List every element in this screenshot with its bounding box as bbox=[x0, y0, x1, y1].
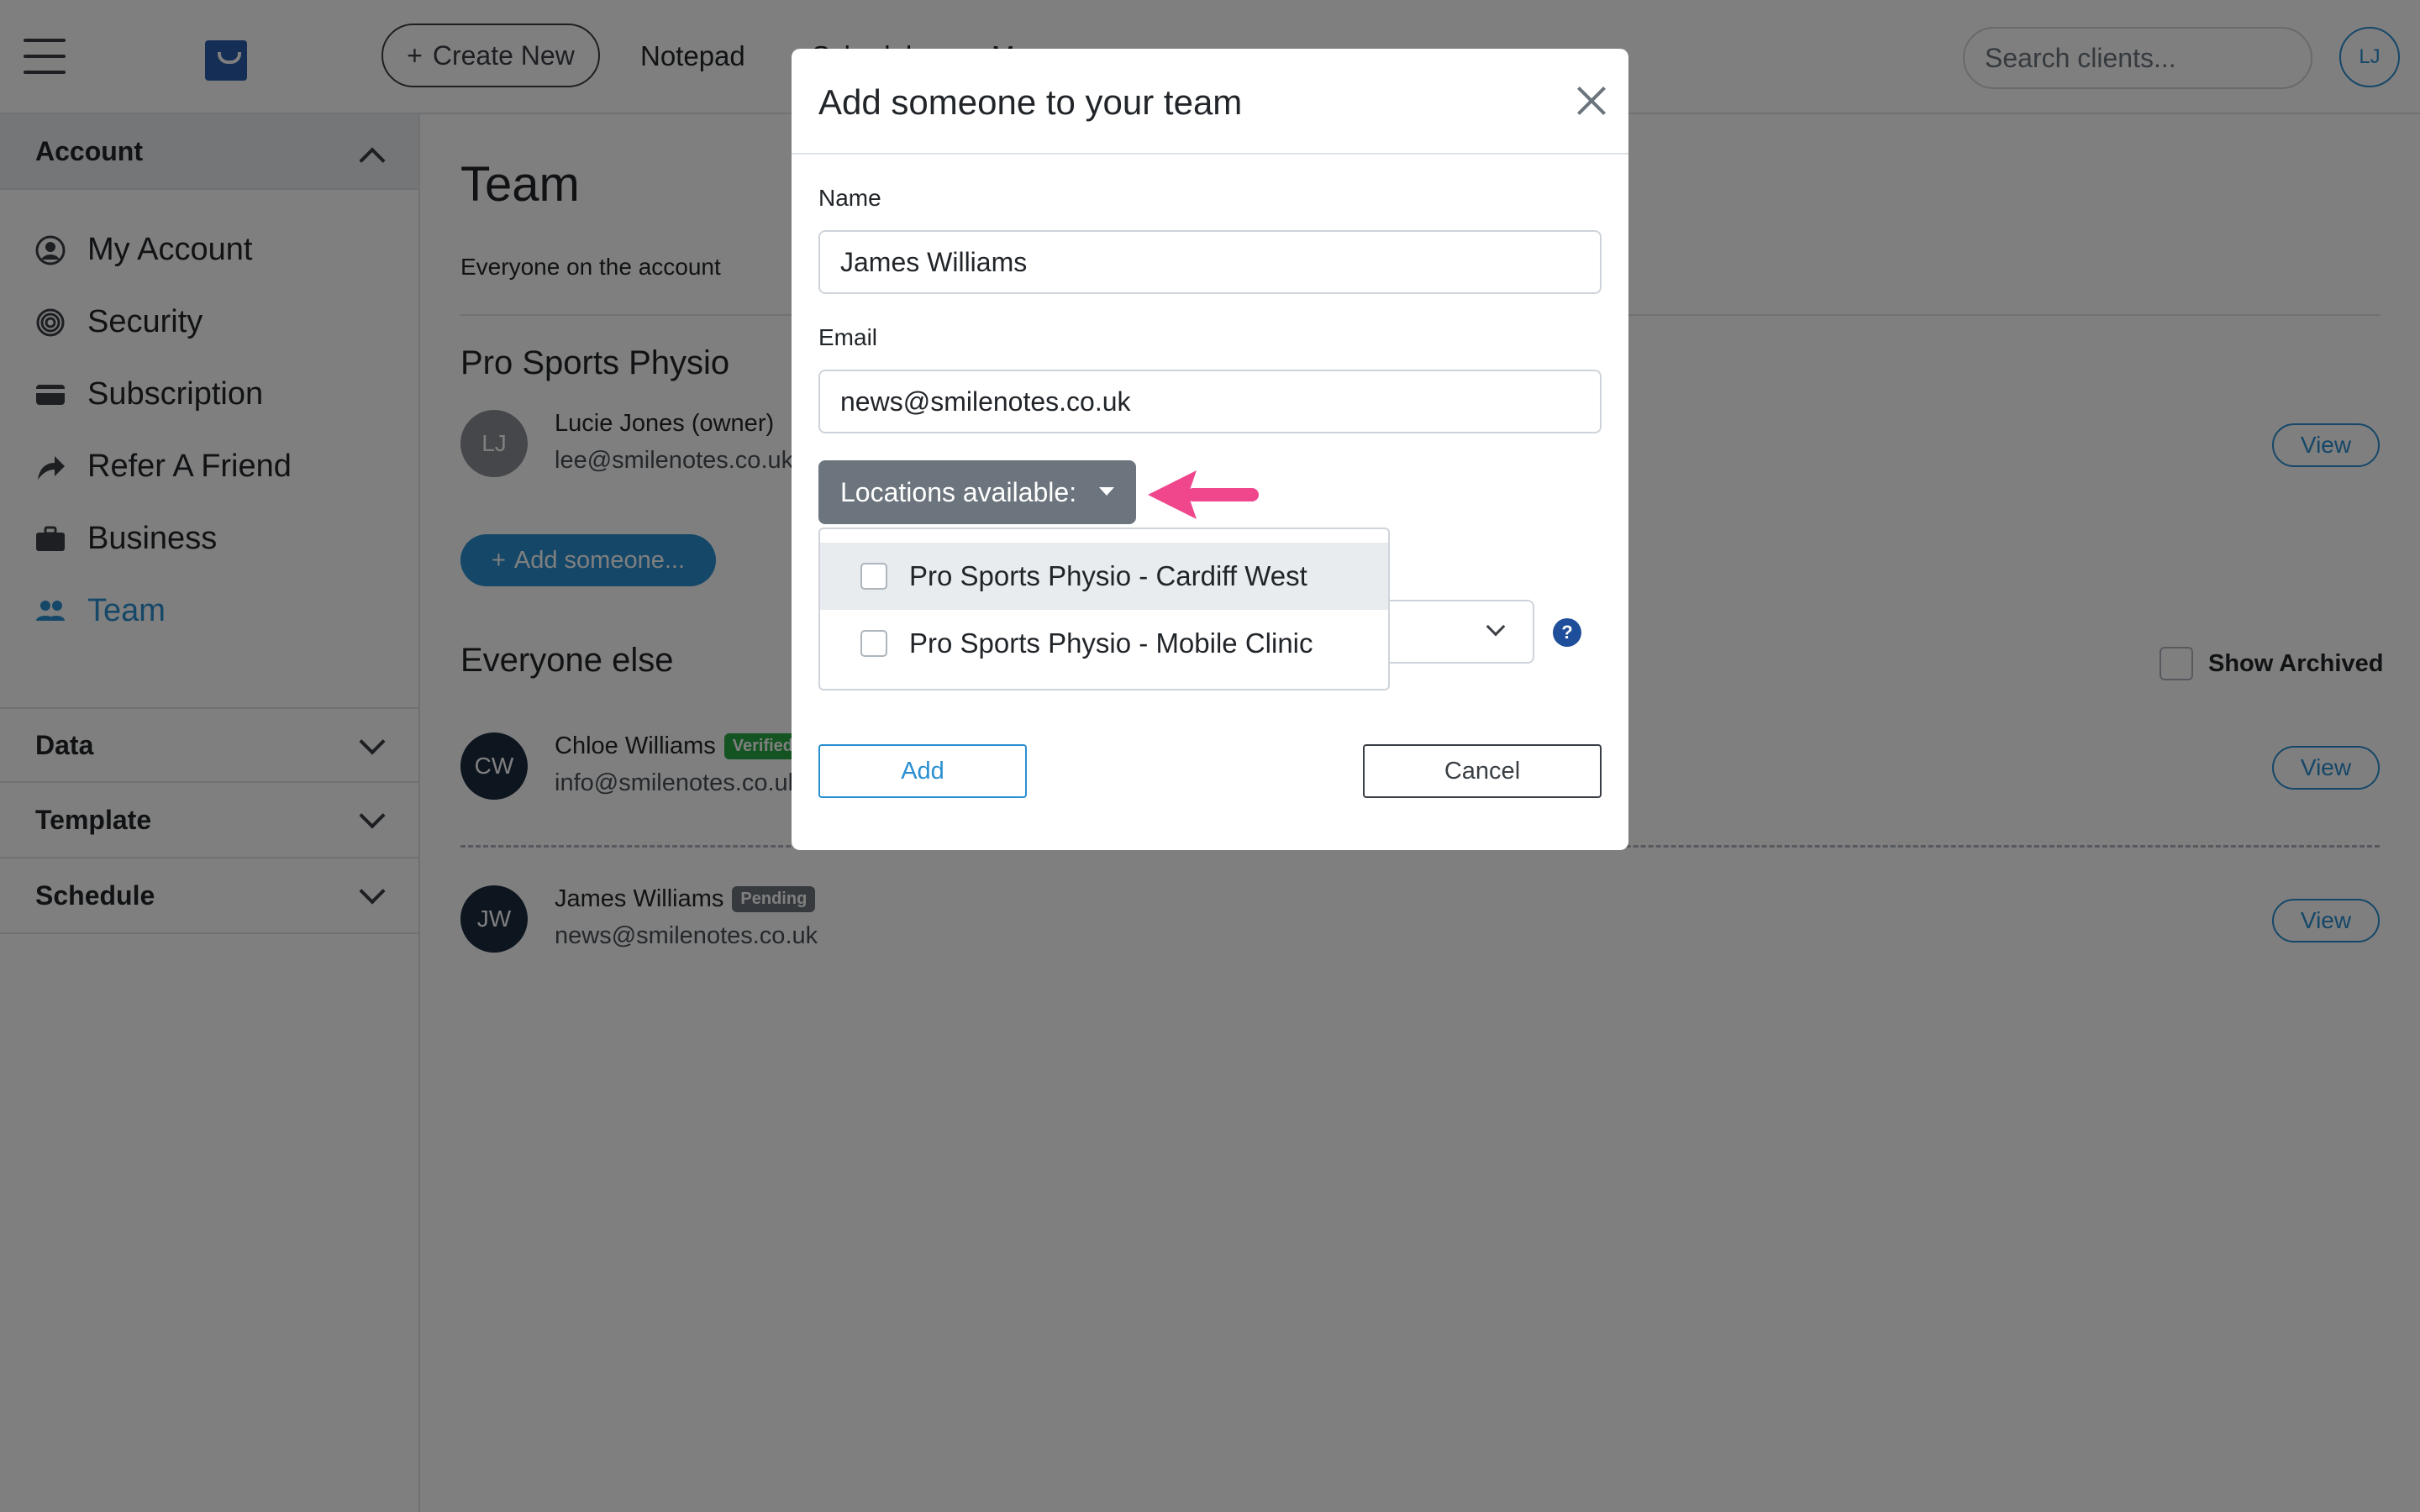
email-field[interactable]: news@smilenotes.co.uk bbox=[818, 370, 1602, 433]
modal-title: Add someone to your team bbox=[818, 82, 1243, 122]
locations-label: Locations available: bbox=[840, 476, 1077, 507]
add-button[interactable]: Add bbox=[818, 744, 1027, 798]
caret-down-icon bbox=[1099, 487, 1114, 496]
help-icon[interactable]: ? bbox=[1553, 618, 1581, 647]
close-icon[interactable] bbox=[1573, 82, 1610, 119]
cancel-button[interactable]: Cancel bbox=[1363, 744, 1602, 798]
location-option[interactable]: Pro Sports Physio - Cardiff West bbox=[820, 543, 1388, 610]
name-field[interactable]: James Williams bbox=[818, 230, 1602, 294]
email-label: Email bbox=[818, 324, 878, 350]
modal-header: Add someone to your team bbox=[792, 49, 1628, 155]
locations-dropdown-button[interactable]: Locations available: bbox=[818, 460, 1136, 524]
name-label: Name bbox=[818, 185, 881, 211]
location-checkbox[interactable] bbox=[860, 563, 887, 590]
location-option-label: Pro Sports Physio - Mobile Clinic bbox=[909, 627, 1313, 659]
annotation-arrow-icon bbox=[1148, 470, 1259, 519]
location-checkbox[interactable] bbox=[860, 630, 887, 657]
chevron-down-icon bbox=[1486, 617, 1506, 637]
add-team-member-modal: Add someone to your team Name James Will… bbox=[792, 49, 1628, 850]
location-option[interactable]: Pro Sports Physio - Mobile Clinic bbox=[820, 610, 1388, 677]
location-option-label: Pro Sports Physio - Cardiff West bbox=[909, 560, 1307, 591]
locations-dropdown-menu: Pro Sports Physio - Cardiff West Pro Spo… bbox=[818, 528, 1390, 690]
